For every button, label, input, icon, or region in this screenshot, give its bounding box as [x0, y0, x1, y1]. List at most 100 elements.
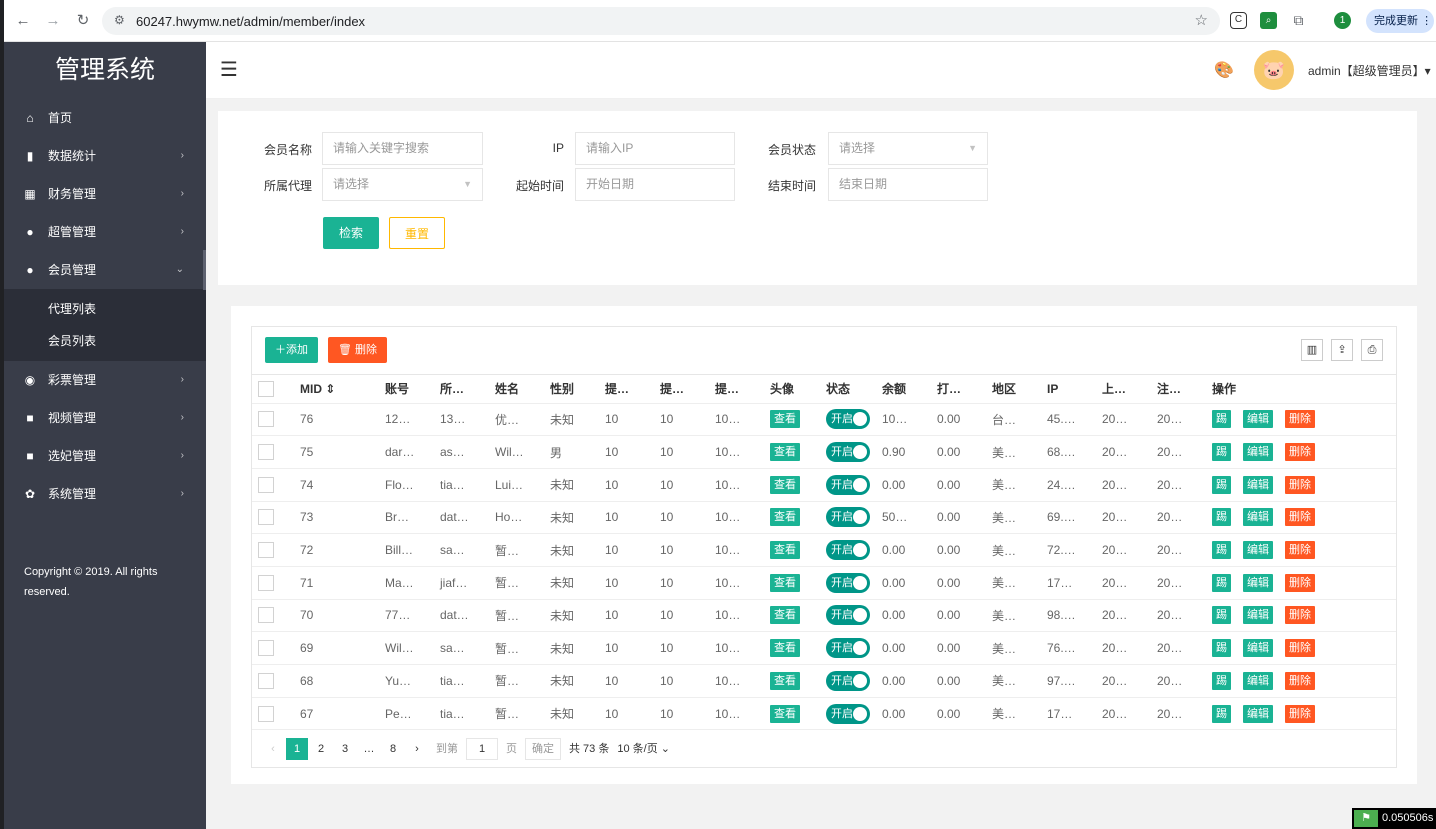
view-avatar-button[interactable]: 查看 — [770, 704, 800, 723]
column-header[interactable]: 余额 — [876, 375, 931, 404]
view-avatar-button[interactable]: 查看 — [770, 639, 800, 658]
sidebar-item[interactable]: ◉ 彩票管理 › — [4, 361, 206, 399]
column-header[interactable]: IP — [1041, 375, 1096, 404]
column-header[interactable]: 打… — [931, 375, 986, 404]
sidebar-item[interactable]: ● 会员管理 ⌄ — [4, 251, 206, 289]
kick-button[interactable]: 踢 — [1212, 704, 1231, 723]
column-header[interactable]: 提… — [599, 375, 654, 404]
avatar[interactable]: 🐷 — [1254, 50, 1294, 90]
page-button[interactable]: 1 — [286, 738, 308, 761]
delete-button[interactable]: 删除 — [1285, 704, 1315, 723]
site-info-icon[interactable]: ⚙ — [114, 13, 125, 27]
row-checkbox[interactable] — [258, 672, 274, 689]
delete-button[interactable]: 删除 — [1285, 410, 1315, 429]
palette-icon[interactable]: 🎨 — [1214, 60, 1234, 80]
batch-delete-button[interactable]: 🗑 删除 — [328, 337, 388, 363]
sidebar-item[interactable]: ▦ 财务管理 › — [4, 175, 206, 213]
column-header[interactable]: 性别 — [544, 375, 599, 404]
delete-button[interactable]: 删除 — [1285, 475, 1315, 494]
row-checkbox[interactable] — [258, 607, 274, 624]
page-button[interactable]: 3 — [334, 738, 356, 760]
member-status-select[interactable]: 请选择 ▼ — [828, 132, 988, 165]
status-toggle[interactable]: 开启 — [826, 507, 870, 528]
view-avatar-button[interactable]: 查看 — [770, 443, 800, 462]
column-header[interactable]: 姓名 — [489, 375, 544, 404]
column-header[interactable]: MID ⇕ — [294, 375, 379, 404]
view-avatar-button[interactable]: 查看 — [770, 573, 800, 592]
column-header[interactable]: 注… — [1151, 375, 1206, 404]
sidebar-item[interactable]: ■ 视频管理 › — [4, 399, 206, 437]
edit-button[interactable]: 编辑 — [1243, 606, 1273, 625]
row-checkbox[interactable] — [258, 542, 274, 559]
add-button[interactable]: ＋添加 — [265, 337, 318, 363]
reset-button[interactable]: 重置 — [389, 217, 445, 249]
edit-button[interactable]: 编辑 — [1243, 573, 1273, 592]
row-checkbox[interactable] — [258, 411, 274, 428]
column-header[interactable]: 上… — [1096, 375, 1151, 404]
page-size-select[interactable]: 10 条/页 ⌄ — [617, 743, 670, 755]
column-header[interactable]: 操作 — [1206, 375, 1396, 404]
goto-confirm-button[interactable]: 确定 — [525, 738, 561, 761]
page-button[interactable]: 8 — [382, 738, 404, 760]
status-toggle[interactable]: 开启 — [826, 572, 870, 593]
sidebar-item[interactable]: ● 超管管理 › — [4, 213, 206, 251]
status-toggle[interactable]: 开启 — [826, 703, 870, 724]
sidebar-scroll-handle[interactable] — [203, 250, 206, 290]
search-button[interactable]: 检索 — [323, 217, 379, 249]
extension-c-icon[interactable]: C — [1230, 12, 1247, 29]
view-avatar-button[interactable]: 查看 — [770, 541, 800, 560]
kick-button[interactable]: 踢 — [1212, 573, 1231, 592]
row-checkbox[interactable] — [258, 640, 274, 657]
update-button[interactable]: 完成更新 ⋮ — [1366, 9, 1434, 33]
kick-button[interactable]: 踢 — [1212, 508, 1231, 527]
sidebar-item[interactable]: ■ 选妃管理 › — [4, 437, 206, 475]
status-toggle[interactable]: 开启 — [826, 605, 870, 626]
edit-button[interactable]: 编辑 — [1243, 704, 1273, 723]
column-header[interactable]: 所… — [434, 375, 489, 404]
end-date-input[interactable]: 结束日期 — [828, 168, 988, 201]
bookmark-star-icon[interactable]: ☆ — [1195, 11, 1208, 29]
prev-page-icon[interactable]: ‹ — [262, 738, 284, 760]
column-header[interactable]: 提… — [654, 375, 709, 404]
admin-user-menu[interactable]: admin【超级管理员】▾ — [1308, 62, 1431, 79]
extensions-puzzle-icon[interactable]: ⧉ — [1290, 12, 1307, 29]
column-header[interactable]: 头像 — [764, 375, 820, 404]
column-header[interactable]: 地区 — [986, 375, 1041, 404]
kick-button[interactable]: 踢 — [1212, 606, 1231, 625]
delete-button[interactable]: 删除 — [1285, 443, 1315, 462]
status-toggle[interactable]: 开启 — [826, 442, 870, 463]
delete-button[interactable]: 删除 — [1285, 671, 1315, 690]
columns-icon[interactable]: ▥ — [1301, 339, 1323, 361]
sidebar-subitem[interactable]: 代理列表 — [4, 293, 206, 325]
next-page-icon[interactable]: › — [406, 738, 428, 760]
status-toggle[interactable]: 开启 — [826, 409, 870, 430]
status-toggle[interactable]: 开启 — [826, 638, 870, 659]
goto-page-input[interactable]: 1 — [466, 738, 498, 761]
delete-button[interactable]: 删除 — [1285, 541, 1315, 560]
edit-button[interactable]: 编辑 — [1243, 541, 1273, 560]
address-bar[interactable]: ⚙ 60247.hwymw.net/admin/member/index ☆ — [102, 7, 1220, 35]
row-checkbox[interactable] — [258, 574, 274, 591]
view-avatar-button[interactable]: 查看 — [770, 671, 800, 690]
view-avatar-button[interactable]: 查看 — [770, 508, 800, 527]
sidebar-item[interactable]: ✿ 系统管理 › — [4, 475, 206, 513]
ip-input[interactable]: 请输入IP — [575, 132, 735, 165]
edit-button[interactable]: 编辑 — [1243, 639, 1273, 658]
view-avatar-button[interactable]: 查看 — [770, 475, 800, 494]
status-toggle[interactable]: 开启 — [826, 540, 870, 561]
view-avatar-button[interactable]: 查看 — [770, 410, 800, 429]
delete-button[interactable]: 删除 — [1285, 639, 1315, 658]
kick-button[interactable]: 踢 — [1212, 639, 1231, 658]
forward-icon[interactable]: → — [44, 12, 62, 30]
agent-select[interactable]: 请选择 ▼ — [322, 168, 483, 201]
reload-icon[interactable]: ↻ — [74, 12, 92, 30]
sidebar-item[interactable]: ▮ 数据统计 › — [4, 137, 206, 175]
status-toggle[interactable]: 开启 — [826, 474, 870, 495]
row-checkbox[interactable] — [258, 705, 274, 722]
edit-button[interactable]: 编辑 — [1243, 475, 1273, 494]
edit-button[interactable]: 编辑 — [1243, 443, 1273, 462]
row-checkbox[interactable] — [258, 509, 274, 526]
select-all-checkbox[interactable] — [258, 380, 274, 397]
kick-button[interactable]: 踢 — [1212, 475, 1231, 494]
row-checkbox[interactable] — [258, 444, 274, 461]
